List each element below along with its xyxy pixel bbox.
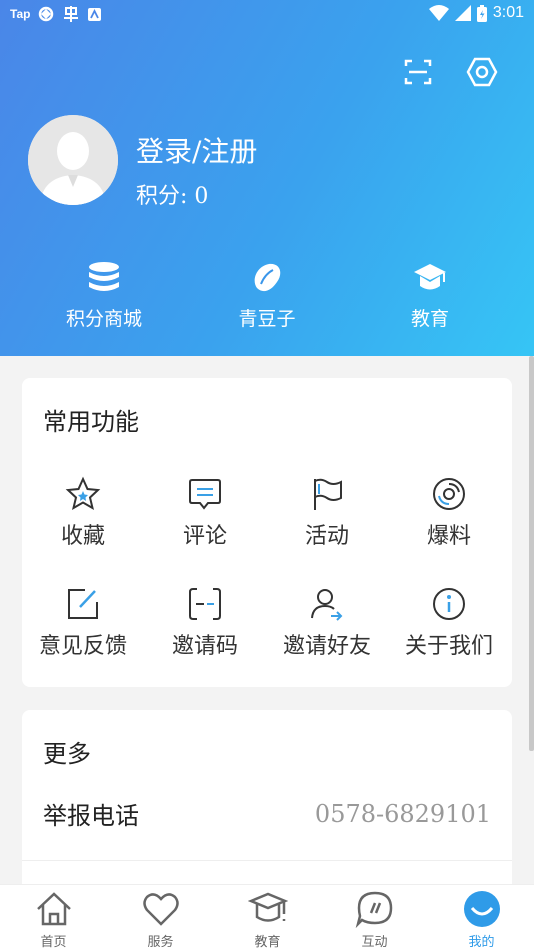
disc-icon (433, 478, 465, 510)
quick-link-beans[interactable]: 青豆子 (197, 260, 337, 331)
function-invite-code[interactable]: 邀请码 (144, 586, 266, 660)
smile-icon (463, 891, 500, 927)
report-phone-label: 举报电话 (43, 802, 139, 830)
function-label: 关于我们 (404, 634, 493, 659)
quick-link-label: 积分商城 (65, 308, 142, 330)
settings-button[interactable] (465, 55, 499, 89)
flag-icon (314, 478, 342, 510)
report-phone-number[interactable]: 0578-6829101 (315, 800, 491, 828)
quick-link-label: 教育 (410, 308, 449, 330)
function-about-us[interactable]: 关于我们 (388, 586, 510, 660)
divider (22, 860, 512, 861)
graduation-cap-icon (247, 892, 288, 922)
tab-interaction[interactable]: 互动 (321, 885, 428, 951)
battery-icon (476, 4, 487, 22)
star-icon (65, 476, 101, 511)
invite-user-icon (311, 589, 343, 621)
sync-icon (39, 6, 54, 22)
login-register-link[interactable]: 登录/注册 (136, 130, 257, 170)
bean-icon (254, 263, 281, 292)
function-label: 意见反馈 (38, 634, 127, 659)
function-label: 邀请码 (171, 634, 238, 659)
points-display: 积分: 0 (136, 184, 209, 209)
wifi-icon (428, 5, 449, 21)
home-icon (36, 892, 71, 926)
scrollbar[interactable] (529, 356, 534, 751)
download-icon (88, 7, 102, 21)
graduation-cap-icon (414, 264, 446, 290)
status-bar: Tap 3:01 (0, 0, 534, 30)
tab-mine[interactable]: 我的 (428, 885, 534, 951)
scan-button[interactable] (401, 55, 435, 89)
function-feedback[interactable]: 意见反馈 (22, 586, 144, 660)
tab-label: 教育 (254, 935, 281, 950)
function-label: 邀请好友 (282, 634, 371, 659)
quick-link-education[interactable]: 教育 (360, 260, 500, 331)
signal-icon (454, 5, 471, 21)
function-label: 活动 (304, 524, 349, 549)
function-tip-off[interactable]: 爆料 (388, 476, 510, 550)
avatar[interactable] (28, 115, 118, 205)
scan-icon (404, 59, 432, 85)
tab-home[interactable]: 首页 (0, 885, 107, 951)
comment-icon (189, 479, 221, 510)
gear-icon (466, 57, 498, 87)
quick-link-points-mall[interactable]: 积分商城 (34, 260, 174, 331)
heart-icon (142, 893, 179, 926)
function-activities[interactable]: 活动 (266, 476, 388, 550)
tab-education[interactable]: 教育 (214, 885, 321, 951)
edit-icon (68, 589, 98, 619)
info-icon (433, 588, 465, 620)
function-invite-friends[interactable]: 邀请好友 (266, 586, 388, 660)
function-label: 收藏 (60, 524, 105, 549)
card-title: 常用功能 (43, 408, 139, 436)
tap-app-indicator: Tap (10, 7, 31, 21)
tab-label: 我的 (468, 935, 495, 950)
tab-label: 服务 (147, 935, 174, 950)
default-user-icon (28, 115, 118, 205)
app-notification-icon (64, 6, 79, 22)
function-favorites[interactable]: 收藏 (22, 476, 144, 550)
function-comments[interactable]: 评论 (144, 476, 266, 550)
common-functions-card: 常用功能 收藏 评论 活动 爆料 意见反馈 邀请码 邀请好友 关于我们 (22, 378, 512, 687)
tab-label: 互动 (361, 935, 388, 950)
function-label: 爆料 (426, 524, 471, 549)
chat-icon (355, 891, 392, 929)
card-title: 更多 (43, 740, 91, 768)
report-phone-row[interactable]: 举报电话 0578-6829101 (43, 796, 491, 831)
database-icon (89, 262, 119, 291)
quick-link-label: 青豆子 (238, 308, 296, 330)
more-card: 更多 举报电话 0578-6829101 (22, 710, 512, 910)
code-icon (189, 588, 221, 620)
bottom-tab-bar: 首页 服务 教育 互动 我的 (0, 884, 534, 951)
status-time: 3:01 (492, 4, 524, 21)
tab-label: 首页 (40, 935, 67, 950)
tab-services[interactable]: 服务 (107, 885, 214, 951)
function-label: 评论 (182, 524, 227, 549)
